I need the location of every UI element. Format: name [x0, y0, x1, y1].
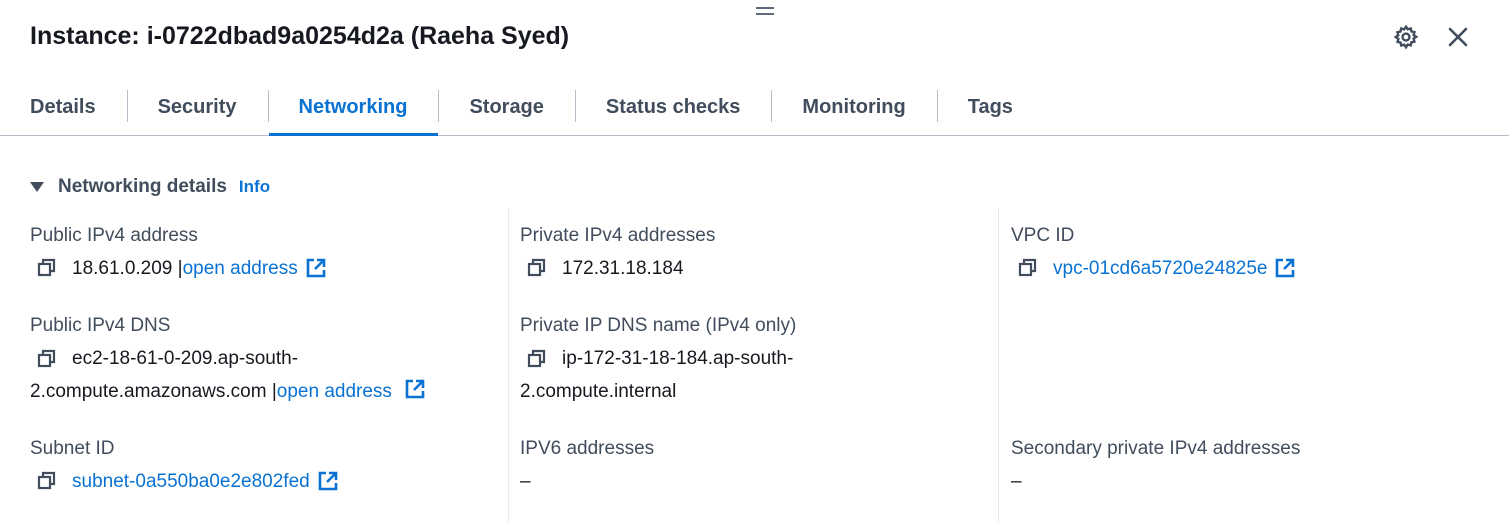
page-title: Instance: i-0722dbad9a0254d2a (Raeha Sye… — [30, 22, 570, 50]
field-value: 172.31.18.184 — [520, 257, 715, 281]
external-link-icon[interactable] — [404, 378, 426, 400]
panel-resize-handle[interactable] — [756, 7, 774, 15]
tab-tags[interactable]: Tags — [936, 80, 1044, 135]
tab-details[interactable]: Details — [0, 80, 127, 135]
field-value: – — [1011, 470, 1300, 494]
public-ipv4-value: 18.61.0.209 | — [72, 258, 183, 279]
field-ipv6: IPV6 addresses – — [520, 437, 654, 494]
external-link-icon[interactable] — [1274, 257, 1296, 279]
private-ipv4-value: 172.31.18.184 — [562, 258, 684, 279]
header-actions — [1391, 22, 1473, 52]
subnet-id-link[interactable]: subnet-0a550ba0e2e802fed — [72, 470, 310, 494]
external-link-icon[interactable] — [317, 470, 339, 492]
field-label: Secondary private IPv4 addresses — [1011, 438, 1301, 459]
open-address-link[interactable]: open address — [183, 257, 298, 281]
section-title: Networking details — [58, 176, 227, 197]
field-subnet-id: Subnet ID subnet-0a550ba0e2e802fed — [30, 437, 339, 494]
public-dns-value-line1: ec2-18-61-0-209.ap-south- — [72, 348, 299, 369]
private-dns-value-line2: 2.compute.internal — [520, 381, 677, 402]
public-dns-value-line2: 2.compute.amazonaws.com | — [30, 381, 277, 402]
field-private-dns: Private IP DNS name (IPv4 only) ip-172-3… — [520, 314, 796, 408]
field-label: IPV6 addresses — [520, 438, 655, 459]
field-private-ipv4: Private IPv4 addresses 172.31.18.184 — [520, 224, 715, 281]
tab-status-checks[interactable]: Status checks — [574, 80, 772, 135]
gear-icon — [1393, 24, 1419, 50]
copy-icon[interactable] — [36, 257, 58, 279]
field-label: Public IPv4 DNS — [30, 315, 171, 336]
ipv6-value: – — [520, 471, 531, 492]
field-value: ip-172-31-18-184.ap-south- 2.compute.int… — [520, 342, 796, 408]
settings-button[interactable] — [1391, 22, 1421, 52]
copy-icon[interactable] — [526, 348, 548, 370]
close-icon — [1448, 27, 1468, 47]
copy-icon[interactable] — [526, 257, 548, 279]
column-divider — [508, 208, 509, 522]
field-vpc-id: VPC ID vpc-01cd6a5720e24825e — [1011, 224, 1296, 281]
field-label: Public IPv4 address — [30, 225, 198, 246]
field-public-dns: Public IPv4 DNS ec2-18-61-0-209.ap-south… — [30, 314, 426, 408]
copy-icon[interactable] — [36, 470, 58, 492]
field-label: Private IPv4 addresses — [520, 225, 716, 246]
field-label: VPC ID — [1011, 225, 1075, 246]
field-value: subnet-0a550ba0e2e802fed — [30, 470, 339, 494]
copy-icon[interactable] — [1017, 257, 1039, 279]
open-address-link[interactable]: open address — [277, 381, 392, 402]
field-secondary-private-ipv4: Secondary private IPv4 addresses – — [1011, 437, 1300, 494]
field-value: 18.61.0.209 | open address — [30, 257, 327, 281]
field-public-ipv4: Public IPv4 address 18.61.0.209 | open ad… — [30, 224, 327, 281]
field-label: Private IP DNS name (IPv4 only) — [520, 315, 797, 336]
private-dns-value-line1: ip-172-31-18-184.ap-south- — [562, 348, 794, 369]
tab-bar: Details Security Networking Storage Stat… — [0, 80, 1509, 136]
column-divider — [998, 208, 999, 522]
vpc-id-link[interactable]: vpc-01cd6a5720e24825e — [1053, 257, 1267, 281]
field-label: Subnet ID — [30, 438, 115, 459]
close-button[interactable] — [1443, 22, 1473, 52]
field-value: ec2-18-61-0-209.ap-south- 2.compute.amaz… — [30, 342, 426, 408]
secondary-private-value: – — [1011, 471, 1022, 492]
info-link[interactable]: Info — [239, 177, 270, 197]
field-value: vpc-01cd6a5720e24825e — [1011, 257, 1296, 281]
tab-networking[interactable]: Networking — [267, 80, 439, 136]
tab-storage[interactable]: Storage — [438, 80, 574, 135]
external-link-icon[interactable] — [305, 257, 327, 279]
caret-down-icon[interactable] — [30, 182, 44, 192]
tab-security[interactable]: Security — [126, 80, 268, 135]
networking-details-header[interactable]: Networking details Info — [30, 176, 270, 198]
copy-icon[interactable] — [36, 348, 58, 370]
field-value: – — [520, 470, 654, 494]
tab-monitoring[interactable]: Monitoring — [771, 80, 936, 135]
